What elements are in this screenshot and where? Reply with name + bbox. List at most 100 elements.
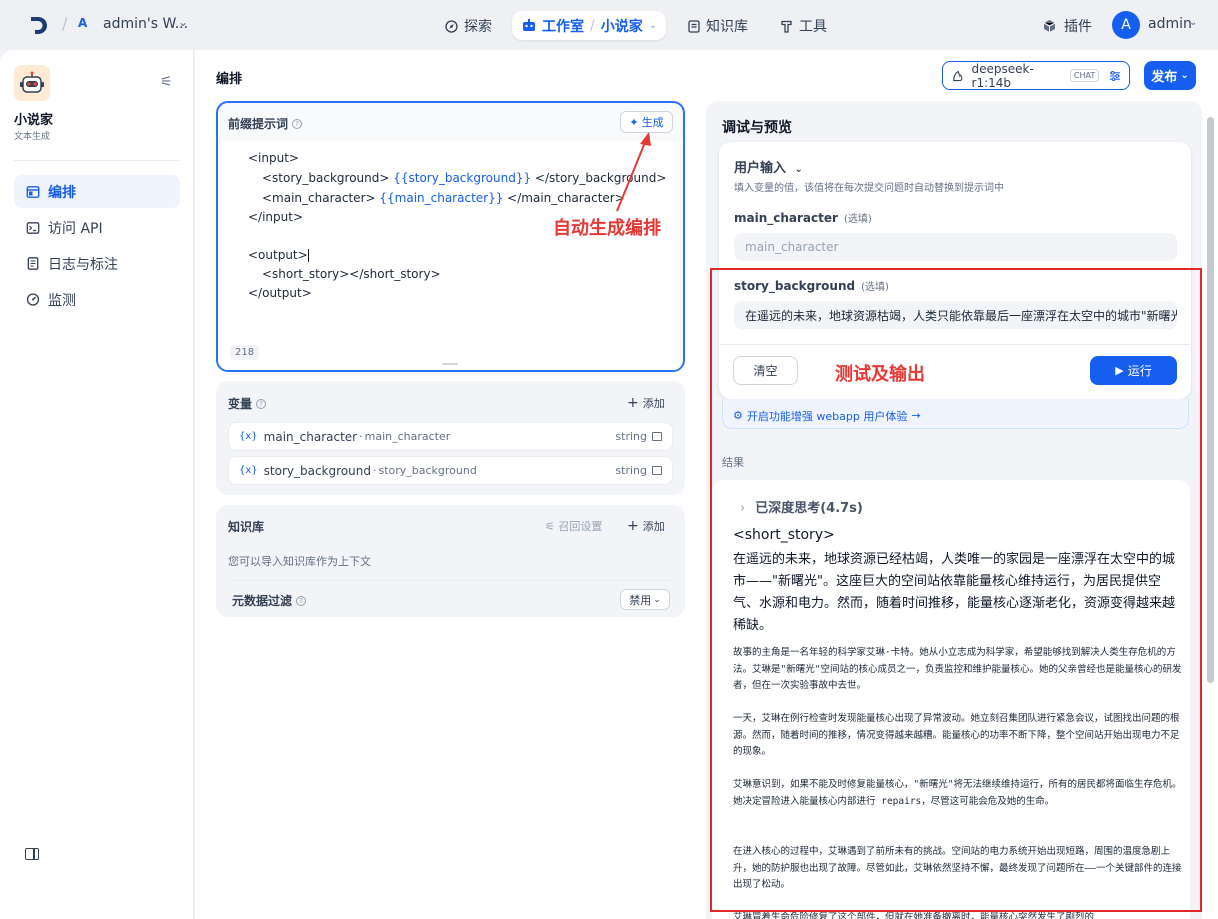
prompt-line: <output>: [248, 245, 309, 265]
hammer-icon: [781, 20, 792, 33]
sidebar-item-label: 编排: [48, 184, 76, 201]
sidebar-item-logs[interactable]: 日志与标注: [14, 247, 180, 280]
page-title: 编排: [216, 72, 243, 87]
sidebar-item-api[interactable]: 访问 API: [14, 211, 180, 244]
nav-divider: /: [590, 17, 595, 34]
add-variable-button[interactable]: + 添加: [627, 395, 665, 411]
nav-knowledge[interactable]: 知识库: [688, 16, 748, 36]
variable-row[interactable]: {x} story_background · story_background …: [228, 456, 673, 485]
chevron-down-icon[interactable]: ⌄: [649, 20, 657, 31]
chevron-down-icon: ⌄: [653, 594, 661, 605]
result-paragraph: 一天，艾琳在例行检查时发现能量核心出现了异常波动。她立刻召集团队进行紧急会议，试…: [733, 713, 1180, 757]
play-icon: ▶: [1115, 364, 1124, 377]
publish-label: 发布: [1151, 70, 1178, 85]
divider: [228, 580, 673, 581]
variable-type-label: string: [615, 464, 647, 477]
sparkle-icon: ✦: [629, 115, 639, 129]
avatar[interactable]: A: [1112, 11, 1140, 39]
recall-settings-label: 召回设置: [558, 520, 603, 533]
variable-label: story_background: [378, 464, 477, 477]
prompt-line: <short_story></short_story>: [262, 267, 441, 281]
help-icon[interactable]: ?: [292, 118, 303, 129]
nav-tools[interactable]: 工具: [780, 16, 827, 36]
model-selector[interactable]: deepseek-r1:14b CHAT: [942, 61, 1130, 90]
story-background-input[interactable]: 在遥远的未来，地球资源枯竭，人类只能依靠最后一座漂浮在太空中的城市"新曙光"生存…: [734, 301, 1177, 329]
sidebar-item-label: 访问 API: [48, 220, 103, 237]
metadata-filter-select[interactable]: 禁用 ⌄: [620, 589, 670, 610]
chevron-down-icon: ⌄: [794, 164, 803, 175]
chevron-down-icon[interactable]: ⌄: [1189, 17, 1197, 28]
help-icon[interactable]: ?: [256, 398, 267, 409]
add-label: 添加: [642, 520, 665, 533]
recall-settings-button[interactable]: ⚟ 召回设置: [545, 518, 602, 534]
sidebar-item-monitor[interactable]: 监测: [14, 283, 180, 316]
prompt-title-label: 前缀提示词: [228, 117, 289, 131]
dify-logo-icon[interactable]: [30, 16, 48, 35]
nav-studio[interactable]: 工作室 / 小说家 ⌄: [512, 11, 666, 40]
sidebar-collapse-icon[interactable]: [25, 848, 39, 860]
nav-tools-label: 工具: [799, 19, 827, 35]
app-icon: [14, 65, 50, 101]
annotation-label: 测试及输出: [835, 364, 925, 385]
chevron-down-icon[interactable]: ⌄: [178, 15, 188, 29]
prompt-title: 前缀提示词 ?: [228, 115, 303, 132]
prompt-text: </main_character>: [503, 191, 625, 205]
metadata-filter-value: 禁用: [629, 593, 652, 607]
book-icon: [688, 19, 700, 33]
arrow-right-icon: →: [911, 409, 921, 422]
metadata-filter-label: 元数据过滤: [232, 594, 293, 608]
publish-button[interactable]: 发布 ⌄: [1144, 61, 1196, 90]
user-menu[interactable]: admin: [1148, 16, 1192, 32]
sliders-icon[interactable]: [1109, 70, 1121, 82]
annotation-label: 自动生成编排: [553, 218, 661, 239]
add-knowledge-button[interactable]: + 添加: [627, 518, 665, 534]
nav-plugins[interactable]: 插件: [1043, 16, 1092, 36]
model-mode-badge: CHAT: [1069, 69, 1100, 82]
sidebar-item-orchestrate[interactable]: 编排: [14, 175, 180, 208]
user-input-toggle[interactable]: 用户输入 ⌄: [734, 157, 803, 176]
app-settings-icon[interactable]: ⚟: [160, 74, 173, 90]
nav-plugins-label: 插件: [1064, 19, 1092, 35]
chevron-down-icon: ⌄: [1180, 70, 1189, 81]
user-input-hint: 填入变量的值，该值将在每次提交问题时自动替换到提示词中: [734, 183, 1004, 194]
nav-explore-label: 探索: [464, 19, 492, 35]
generate-button[interactable]: ✦ 生成: [620, 111, 673, 133]
top-bar: / A admin's W... ⌄ 探索 工作室 / 小说家 ⌄ 知识库 工具…: [0, 0, 1218, 50]
text-cursor: [307, 249, 309, 262]
prompt-text: </story_background>: [531, 171, 667, 185]
chevron-right-icon: ›: [740, 501, 746, 516]
prompt-line: <story_background> {{story_background}} …: [262, 168, 666, 188]
current-app-switcher[interactable]: 小说家: [601, 16, 643, 36]
nav-knowledge-label: 知识库: [706, 19, 748, 35]
debug-title: 调试与预览: [722, 120, 792, 136]
robot-avatar-icon: [20, 71, 44, 93]
scrollbar[interactable]: [1207, 117, 1214, 683]
result-paragraph: 故事的主角是一名年轻的科学家艾琳·卡特。她从小立志成为科学家，希望能够找到解决人…: [733, 647, 1182, 691]
run-button[interactable]: ▶ 运行: [1090, 356, 1177, 385]
model-name: deepseek-r1:14b: [971, 61, 1034, 90]
help-icon[interactable]: ?: [296, 595, 307, 606]
result-intro: 在遥远的未来，地球资源已经枯竭，人类唯一的家园是一座漂浮在太空中的城市——"新曙…: [733, 552, 1176, 633]
layout-icon: [26, 185, 40, 198]
nav-explore[interactable]: 探索: [445, 16, 492, 36]
app-sidebar: ⚟ 小说家 文本生成 编排 访问 API 日志与标注 监测: [0, 50, 194, 919]
field-name: main_character: [734, 211, 838, 225]
workspace-badge: A: [78, 16, 88, 30]
app-type: 文本生成: [14, 132, 51, 142]
prompt-variable-tag: {{story_background}}: [393, 171, 532, 185]
app-name: 小说家: [14, 113, 54, 128]
result-paragraph: 艾琳意识到，如果不能及时修复能量核心，"新曙光"将无法继续维持运行，所有的居民都…: [733, 779, 1182, 807]
resize-handle[interactable]: [442, 363, 458, 365]
main-character-input[interactable]: main_character: [734, 233, 1177, 261]
variable-row[interactable]: {x} main_character · main_character stri…: [228, 422, 673, 451]
result-tag: <short_story>: [733, 527, 835, 543]
char-count: 218: [230, 345, 260, 360]
nav-studio-label: 工作室: [542, 18, 584, 35]
result-paragraph: 艾琳冒着生命危险修复了这个部件，但就在她准备撤离时，能量核心突然发生了剧烈的: [733, 912, 1095, 919]
variables-title: 变量 ?: [228, 395, 267, 412]
enhance-webapp-link[interactable]: ⚙ 开启功能增强 webapp 用户体验 →: [722, 399, 1189, 429]
workspace-switcher[interactable]: admin's W...: [103, 16, 188, 32]
variable-type: string: [615, 430, 662, 443]
thinking-toggle[interactable]: › 已深度思考(4.7s): [740, 497, 863, 516]
clear-button[interactable]: 清空: [733, 356, 798, 385]
